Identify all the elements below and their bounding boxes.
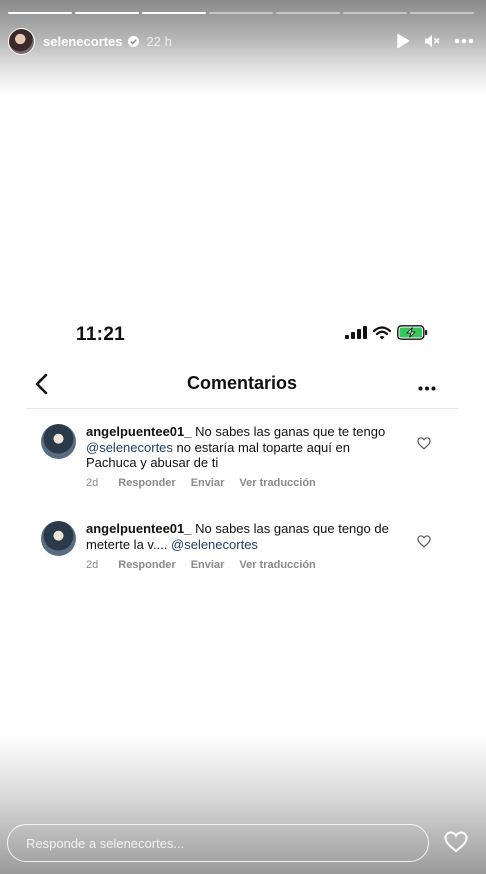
commenter-avatar[interactable] <box>41 424 76 459</box>
progress-segment <box>8 12 72 14</box>
progress-segment <box>410 12 474 14</box>
story-progress <box>8 12 474 14</box>
comment-username[interactable]: angelpuentee01_ <box>86 521 192 536</box>
comment-meta: 2d Responder Enviar Ver traducción <box>86 477 331 489</box>
status-clock: 11:21 <box>76 324 126 345</box>
battery-icon <box>397 325 428 345</box>
play-icon[interactable] <box>396 33 410 49</box>
send-button[interactable]: Enviar <box>191 477 225 489</box>
commenter-avatar[interactable] <box>41 521 76 556</box>
comment-age: 2d <box>86 559 99 571</box>
progress-segment <box>209 12 273 14</box>
signal-icon <box>345 326 367 344</box>
comment-mention[interactable]: @selenecortes <box>86 440 173 455</box>
verified-icon <box>127 35 139 47</box>
translate-button[interactable]: Ver traducción <box>239 559 315 571</box>
reply-placeholder: Responde a selenecortes... <box>26 835 185 851</box>
story-reply-input[interactable]: Responde a selenecortes... <box>7 824 429 862</box>
comment-meta: 2d Responder Enviar Ver traducción <box>86 559 331 571</box>
progress-segment <box>343 12 407 14</box>
like-heart-icon[interactable] <box>417 437 431 455</box>
more-icon[interactable] <box>454 38 474 44</box>
translate-button[interactable]: Ver traducción <box>239 477 315 489</box>
progress-segment <box>276 12 340 14</box>
story-time: 22 h <box>146 33 172 49</box>
page-title: Comentarios <box>186 373 298 393</box>
story-header: selenecortes 22 h <box>8 27 474 55</box>
reply-button[interactable]: Responder <box>118 559 175 571</box>
progress-segment <box>142 12 206 14</box>
comments-more-icon[interactable] <box>418 378 436 396</box>
comment-body: No sabes las ganas que te tengo <box>191 424 386 439</box>
reply-button[interactable]: Responder <box>118 477 175 489</box>
comments-header: Comentarios <box>26 368 458 409</box>
comment-username[interactable]: angelpuentee01_ <box>86 424 192 439</box>
profile-avatar[interactable] <box>8 27 35 55</box>
comment-age: 2d <box>86 477 99 489</box>
progress-segment <box>75 12 139 14</box>
heart-icon[interactable] <box>444 831 468 858</box>
like-heart-icon[interactable] <box>417 535 431 553</box>
wifi-icon <box>372 325 392 345</box>
comment-text: angelpuentee01_ No sabes las ganas que t… <box>86 521 401 552</box>
comment-text: angelpuentee01_ No sabes las ganas que t… <box>86 424 401 471</box>
send-button[interactable]: Enviar <box>191 559 225 571</box>
story-username[interactable]: selenecortes <box>43 34 123 49</box>
phone-status-bar: 11:21 <box>76 324 428 346</box>
comment-mention[interactable]: @selenecortes <box>171 537 258 552</box>
mute-icon[interactable] <box>424 33 440 49</box>
